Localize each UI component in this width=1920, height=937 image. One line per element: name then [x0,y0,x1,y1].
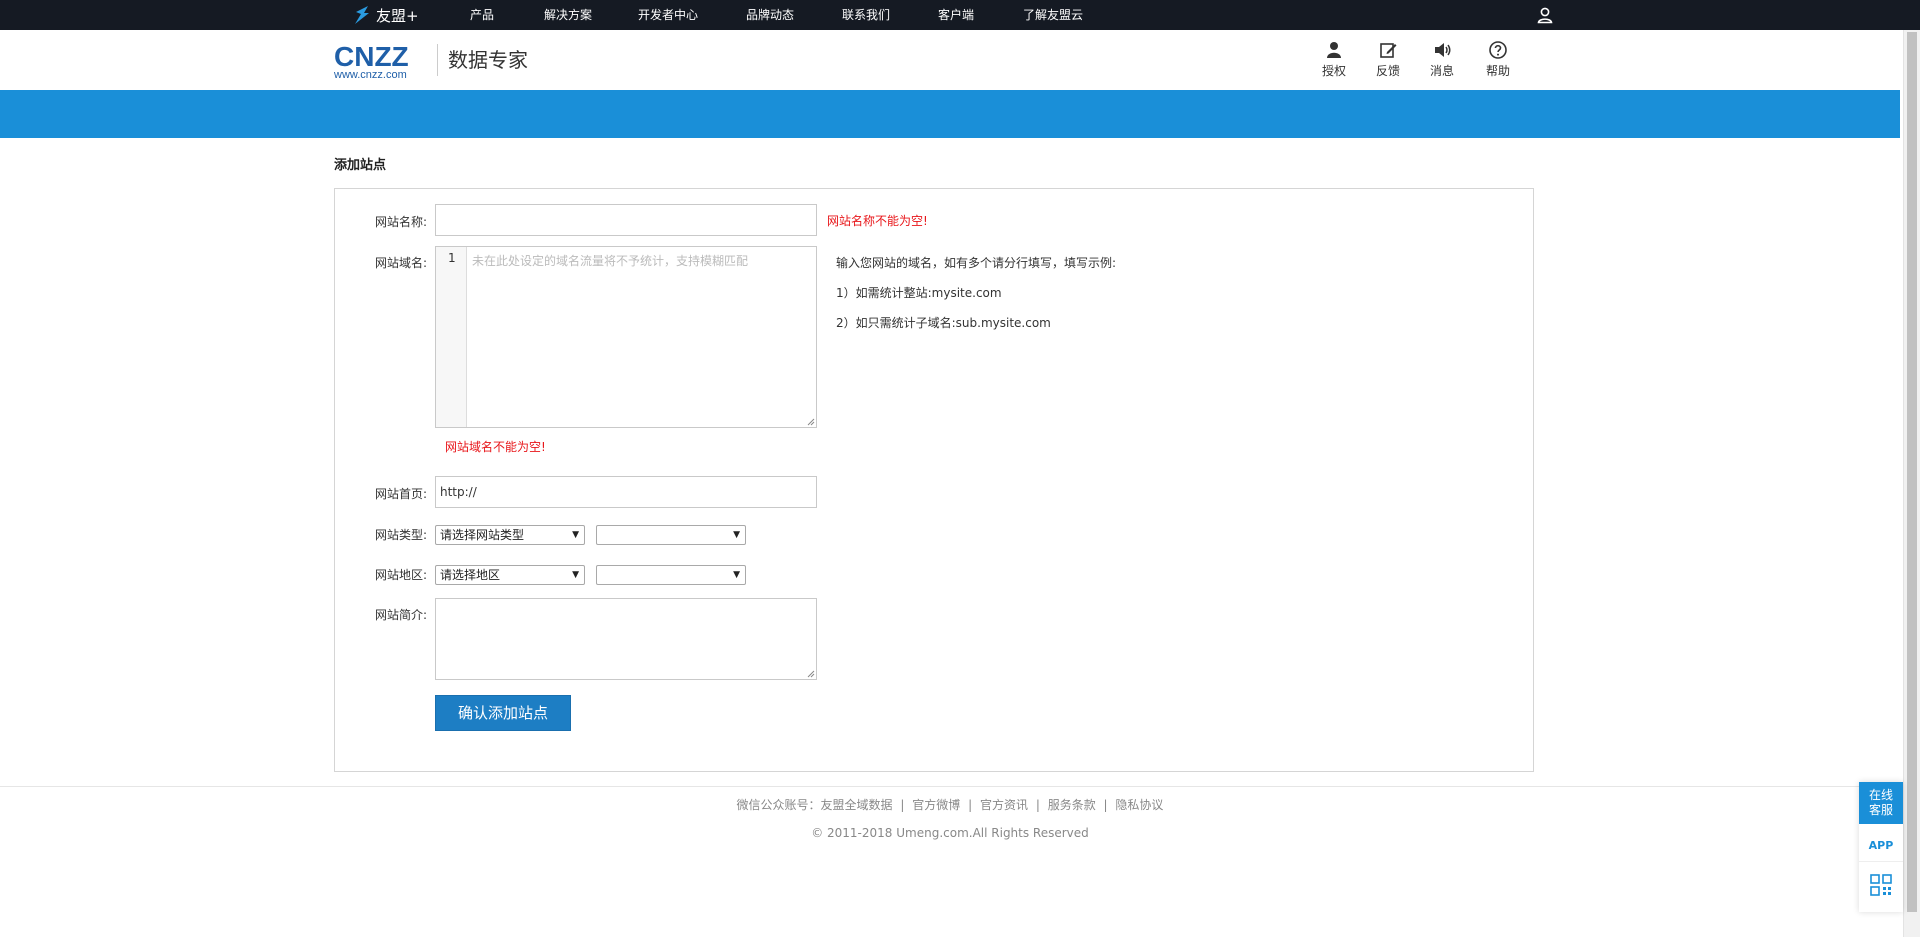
edit-icon [1380,43,1397,58]
top-nav-bar: 友盟+ 产品 解决方案 开发者中心 品牌动态 联系我们 客户端 了解友盟云 [0,0,1920,30]
homepage-label: 网站首页: [375,487,428,501]
footer-separator: | [1035,798,1040,812]
footer-link-weibo[interactable]: 官方微博 [912,798,960,812]
help-label: 帮助 [1485,64,1510,78]
copyright: © 2011-2018 Umeng.com.All Rights Reserve… [811,826,1089,840]
logo-text: CNZZ [334,41,409,72]
region-select[interactable]: 请选择地区 ▼ [435,565,585,585]
footer-links: 微信公众账号：友盟全域数据 | 官方微博 | 官方资讯 | 服务条款 | 隐私协… [0,796,1900,813]
resize-grip-icon[interactable] [807,418,815,426]
line-number: 1 [448,251,456,265]
domain-error: 网站域名不能为空! [445,440,546,454]
site-name-input[interactable] [435,204,817,236]
footer-link-terms[interactable]: 服务条款 [1048,798,1096,812]
dropdown-caret-icon: ▼ [733,570,740,580]
dropdown-caret-icon: ▼ [572,570,579,580]
region-label: 网站地区: [375,568,428,582]
footer-separator: | [1103,798,1108,812]
help-button[interactable]: 帮助 [1478,40,1518,84]
page-title: 添加站点 [334,158,387,173]
confirm-add-site-button[interactable]: 确认添加站点 [435,695,571,731]
account-icon[interactable] [1536,6,1554,24]
online-service-button[interactable]: 在线客服 [1859,782,1903,824]
site-type-select[interactable]: 请选择网站类型 ▼ [435,525,585,545]
feedback-label: 反馈 [1375,64,1400,78]
feedback-button[interactable]: 反馈 [1368,40,1408,84]
intro-label: 网站简介: [375,608,428,622]
authorize-label: 授权 [1321,64,1346,78]
online-service-label: 在线客服 [1868,788,1893,817]
subregion-select[interactable]: ▼ [596,565,746,585]
page-scrollbar[interactable] [1903,30,1920,937]
intro-textarea[interactable] [435,598,817,680]
footer-separator: | [968,798,973,812]
footer-link-privacy[interactable]: 隐私协议 [1115,798,1163,812]
domain-help-example-2: 2）如只需统计子域名:sub.mysite.com [836,316,1051,330]
site-name-error: 网站名称不能为空! [827,214,928,228]
blue-banner [0,90,1900,138]
help-icon [1489,41,1507,59]
domain-editor[interactable]: 1 未在此处设定的域名流量将不予统计，支持模糊匹配 [435,246,817,428]
add-site-form: 网站名称: 网站名称不能为空! 网站域名: 1 未在此处设定的域名流量将不予统计… [334,188,1534,772]
floating-service-widget: 在线客服 APP [1859,782,1903,912]
scrollbar-thumb[interactable] [1907,32,1917,912]
dropdown-caret-icon: ▼ [733,530,740,540]
footer-link-news[interactable]: 官方资讯 [980,798,1028,812]
nav-item-brand-news[interactable]: 品牌动态 [746,0,794,30]
logo-url: www.cnzz.com [334,69,407,81]
nav-item-solutions[interactable]: 解决方案 [544,0,592,30]
messages-button[interactable]: 消息 [1422,40,1462,84]
nav-item-client[interactable]: 客户端 [938,0,974,30]
resize-grip-icon[interactable] [807,670,815,678]
brand-name: 友盟+ [376,6,419,25]
app-download-button[interactable]: APP [1859,830,1903,862]
messages-label: 消息 [1429,64,1454,78]
site-header: CNZZ www.cnzz.com 数据专家 授权 反馈 消息 帮助 [0,30,1900,90]
domain-help-example-1: 1）如需统计整站:mysite.com [836,286,1002,300]
site-name-label: 网站名称: [375,215,428,229]
cnzz-logo[interactable]: CNZZ www.cnzz.com [334,41,426,81]
site-type-value: 请选择网站类型 [440,528,525,542]
dropdown-caret-icon: ▼ [572,530,579,540]
product-title: 数据专家 [448,48,528,72]
umeng-brand-logo[interactable]: 友盟+ [352,4,419,26]
footer-divider [0,786,1900,787]
region-value: 请选择地区 [440,568,501,582]
domain-placeholder: 未在此处设定的域名流量将不予统计，支持模糊匹配 [472,254,749,268]
speaker-icon [1435,43,1451,57]
homepage-input[interactable] [435,476,817,508]
nav-item-developer-center[interactable]: 开发者中心 [638,0,698,30]
umeng-bird-icon [355,6,369,24]
line-number-gutter: 1 [436,247,467,427]
nav-item-about-umeng-cloud[interactable]: 了解友盟云 [1023,0,1083,30]
domain-label: 网站域名: [375,256,428,270]
logo-divider [437,44,438,76]
site-subtype-select[interactable]: ▼ [596,525,746,545]
site-type-label: 网站类型: [375,528,428,542]
nav-item-products[interactable]: 产品 [470,0,494,30]
user-icon [1327,42,1341,58]
qr-code-icon[interactable] [1870,874,1892,896]
authorize-button[interactable]: 授权 [1314,40,1354,84]
footer-link-wechat[interactable]: 微信公众账号：友盟全域数据 [737,798,893,812]
footer-separator: | [900,798,905,812]
domain-help-intro: 输入您网站的域名，如有多个请分行填写，填写示例: [836,256,1117,270]
nav-item-contact-us[interactable]: 联系我们 [842,0,890,30]
